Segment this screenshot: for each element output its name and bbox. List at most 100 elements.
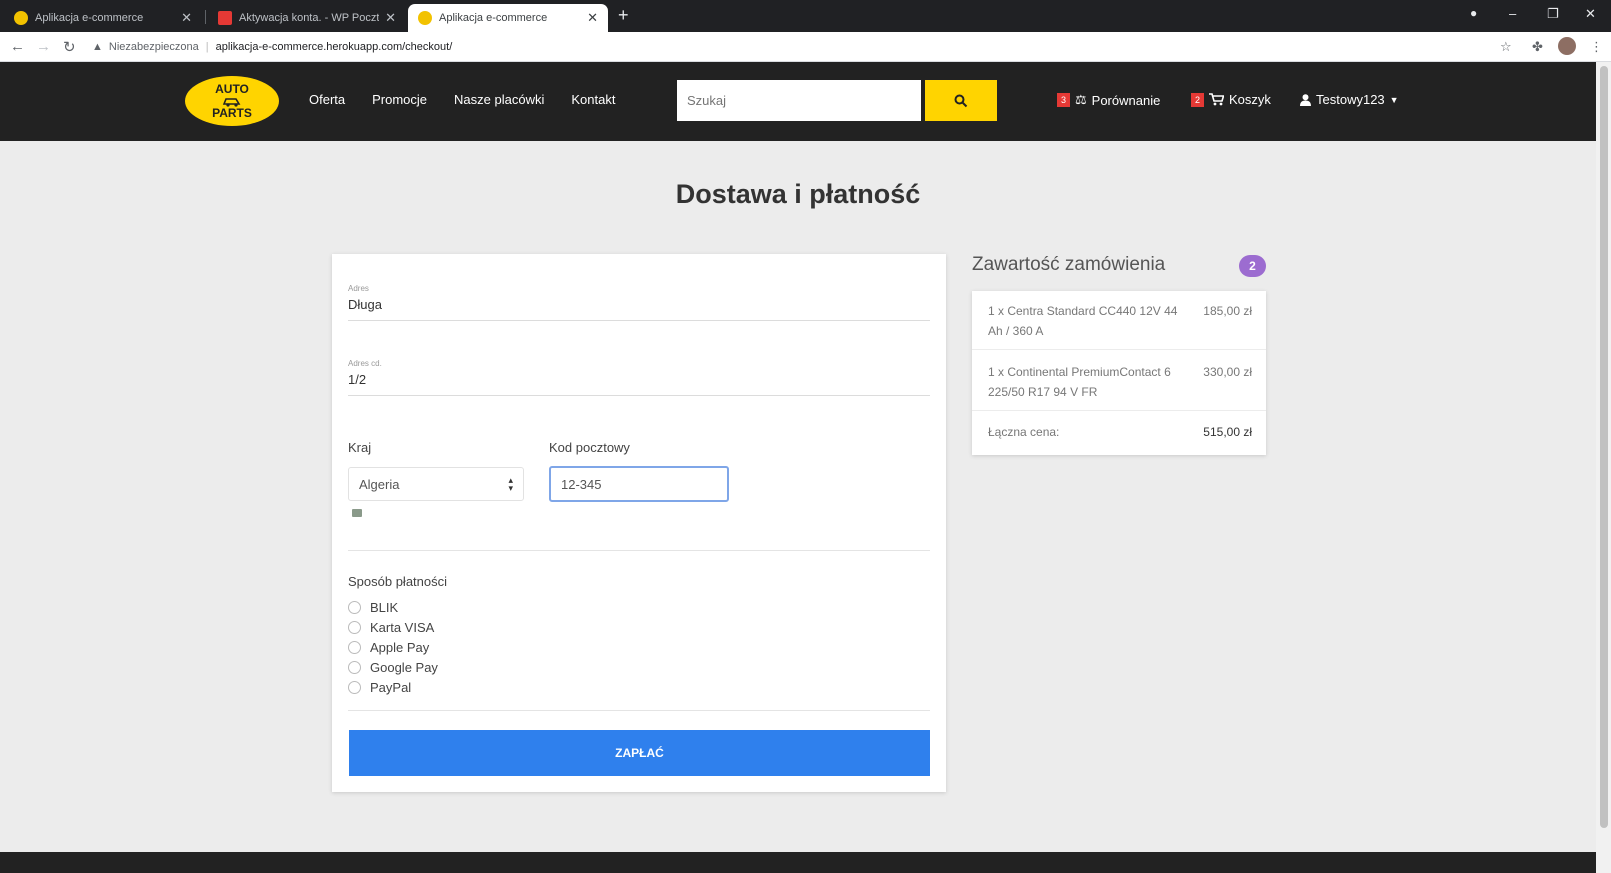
url-text: aplikacja-e-commerce.herokuapp.com/check… bbox=[215, 41, 453, 53]
browser-tab[interactable]: Aktywacja konta. - WP Poczta ✕ bbox=[208, 4, 406, 32]
address-field[interactable]: Adres Długa bbox=[348, 284, 930, 321]
nav-link-promocje[interactable]: Promocje bbox=[372, 92, 427, 107]
order-summary-title: Zawartość zamówienia bbox=[972, 254, 1166, 275]
user-label: Testowy123 bbox=[1316, 92, 1385, 107]
compare-link[interactable]: 3 ⚖ Porównanie bbox=[1057, 92, 1160, 108]
radio-button[interactable] bbox=[348, 681, 361, 694]
address2-value: 1/2 bbox=[348, 372, 367, 387]
payment-option-visa[interactable]: Karta VISA bbox=[348, 620, 434, 635]
order-summary-card: 1 x Centra Standard CC440 12V 44 Ah / 36… bbox=[972, 291, 1266, 455]
close-tab-icon[interactable]: ✕ bbox=[385, 10, 396, 26]
user-icon bbox=[1300, 93, 1311, 106]
order-item-count-badge: 2 bbox=[1239, 255, 1266, 277]
auto-parts-logo[interactable]: AUTO PARTS bbox=[185, 76, 279, 126]
logo-text-bottom: PARTS bbox=[212, 106, 252, 120]
radio-button[interactable] bbox=[348, 661, 361, 674]
close-tab-icon[interactable]: ✕ bbox=[587, 10, 598, 26]
field-indicator-icon bbox=[352, 509, 362, 517]
user-menu[interactable]: Testowy123 ▼ bbox=[1300, 92, 1399, 107]
payment-option-label: BLIK bbox=[370, 600, 399, 615]
restore-icon[interactable]: ❐ bbox=[1547, 6, 1559, 22]
browser-tab-bar: Aplikacja e-commerce ✕ Aktywacja konta. … bbox=[0, 0, 1611, 32]
security-label: Niezabezpieczona bbox=[108, 41, 199, 53]
scrollbar-thumb[interactable] bbox=[1600, 66, 1608, 828]
nav-link-placowki[interactable]: Nasze placówki bbox=[454, 92, 544, 107]
back-arrow-icon[interactable]: ← bbox=[10, 38, 25, 55]
radio-button[interactable] bbox=[348, 601, 361, 614]
country-select[interactable]: Algeria ▴ ▾ bbox=[348, 467, 524, 501]
order-total-label: Łączna cena: bbox=[988, 425, 1060, 439]
page-title: Dostawa i płatność bbox=[675, 179, 921, 209]
chevron-down-icon: ▼ bbox=[1389, 94, 1399, 105]
payment-option-paypal[interactable]: PayPal bbox=[348, 680, 411, 695]
tab-favicon-icon bbox=[418, 11, 432, 25]
order-item-name: 1 x Centra Standard CC440 12V 44 Ah / 36… bbox=[988, 304, 1178, 338]
order-item: 1 x Centra Standard CC440 12V 44 Ah / 36… bbox=[988, 301, 1252, 341]
payment-option-label: Apple Pay bbox=[370, 640, 430, 655]
browser-tab-active[interactable]: Aplikacja e-commerce ✕ bbox=[408, 4, 608, 32]
window-close-icon[interactable]: ✕ bbox=[1585, 6, 1596, 22]
warning-icon: ▲ bbox=[92, 41, 103, 53]
site-header: AUTO PARTS Oferta Promocje Nasze placówk… bbox=[0, 62, 1611, 141]
compare-icon: ⚖ bbox=[1075, 92, 1087, 107]
cart-icon bbox=[1209, 93, 1224, 106]
close-tab-icon[interactable]: ✕ bbox=[181, 10, 192, 26]
tab-title: Aplikacja e-commerce bbox=[35, 12, 144, 24]
radio-button[interactable] bbox=[348, 641, 361, 654]
payment-option-label: Google Pay bbox=[370, 660, 438, 675]
compare-label: Porównanie bbox=[1091, 92, 1161, 108]
payment-option-blik[interactable]: BLIK bbox=[348, 600, 398, 615]
section-divider bbox=[348, 550, 930, 551]
site-footer bbox=[0, 852, 1596, 873]
section-divider bbox=[348, 710, 930, 711]
nav-link-oferta[interactable]: Oferta bbox=[309, 92, 345, 107]
menu-dots-icon[interactable]: ⋮ bbox=[1590, 39, 1603, 55]
order-item: 1 x Continental PremiumContact 6 225/50 … bbox=[988, 362, 1252, 402]
browser-tab[interactable]: Aplikacja e-commerce ✕ bbox=[4, 4, 202, 32]
select-arrows-icon: ▴ ▾ bbox=[508, 475, 513, 493]
payment-option-apple-pay[interactable]: Apple Pay bbox=[348, 640, 429, 655]
summary-separator bbox=[972, 410, 1266, 411]
order-total: Łączna cena: 515,00 zł bbox=[988, 422, 1252, 442]
minimize-icon[interactable]: – bbox=[1509, 6, 1516, 21]
payment-option-label: Karta VISA bbox=[370, 620, 435, 635]
summary-separator bbox=[972, 349, 1266, 350]
plus-icon[interactable]: + bbox=[618, 5, 629, 26]
payment-option-google-pay[interactable]: Google Pay bbox=[348, 660, 438, 675]
checkout-form-card: Adres Długa Adres cd. 1/2 Kraj Kod poczt… bbox=[332, 254, 946, 792]
radio-button[interactable] bbox=[348, 621, 361, 634]
order-item-name: 1 x Continental PremiumContact 6 225/50 … bbox=[988, 365, 1171, 399]
extensions-icon[interactable]: ✤ bbox=[1532, 39, 1543, 55]
pay-button[interactable]: ZAPŁAĆ bbox=[349, 730, 930, 776]
address-bar: ← → ↻ ▲ Niezabezpieczona | aplikacja-e-c… bbox=[0, 32, 1611, 62]
cart-label: Koszyk bbox=[1229, 92, 1271, 107]
tab-title: Aktywacja konta. - WP Poczta bbox=[239, 12, 380, 24]
reload-icon[interactable]: ↻ bbox=[63, 38, 76, 56]
order-total-value: 515,00 zł bbox=[1203, 425, 1252, 439]
profile-avatar[interactable] bbox=[1558, 37, 1576, 55]
forward-arrow-icon[interactable]: → bbox=[36, 38, 51, 55]
country-label: Kraj bbox=[348, 440, 372, 455]
postal-code-label: Kod pocztowy bbox=[549, 440, 630, 455]
search-input[interactable] bbox=[677, 80, 921, 121]
star-icon[interactable]: ☆ bbox=[1500, 39, 1512, 55]
country-value: Algeria bbox=[359, 476, 400, 492]
postal-code-input[interactable] bbox=[549, 466, 729, 502]
search-button[interactable] bbox=[925, 80, 997, 121]
address2-label: Adres cd. bbox=[348, 359, 382, 368]
cart-count-badge: 2 bbox=[1191, 92, 1204, 107]
search-icon bbox=[954, 94, 968, 107]
payment-option-label: PayPal bbox=[370, 680, 412, 695]
address2-field[interactable]: Adres cd. 1/2 bbox=[348, 359, 930, 396]
compare-count-badge: 3 bbox=[1057, 93, 1070, 107]
tab-separator bbox=[205, 10, 206, 24]
address-value: Długa bbox=[348, 297, 382, 312]
payment-method-label: Sposób płatności bbox=[348, 574, 448, 589]
address-label: Adres bbox=[348, 284, 369, 293]
nav-link-kontakt[interactable]: Kontakt bbox=[571, 92, 615, 107]
logo-text-top: AUTO bbox=[215, 82, 249, 96]
tab-favicon-icon bbox=[14, 11, 28, 25]
account-circle-icon[interactable]: ● bbox=[1470, 6, 1477, 20]
cart-link[interactable]: 2 Koszyk bbox=[1191, 92, 1271, 107]
url-field[interactable]: ▲ Niezabezpieczona | aplikacja-e-commerc… bbox=[92, 36, 1502, 58]
